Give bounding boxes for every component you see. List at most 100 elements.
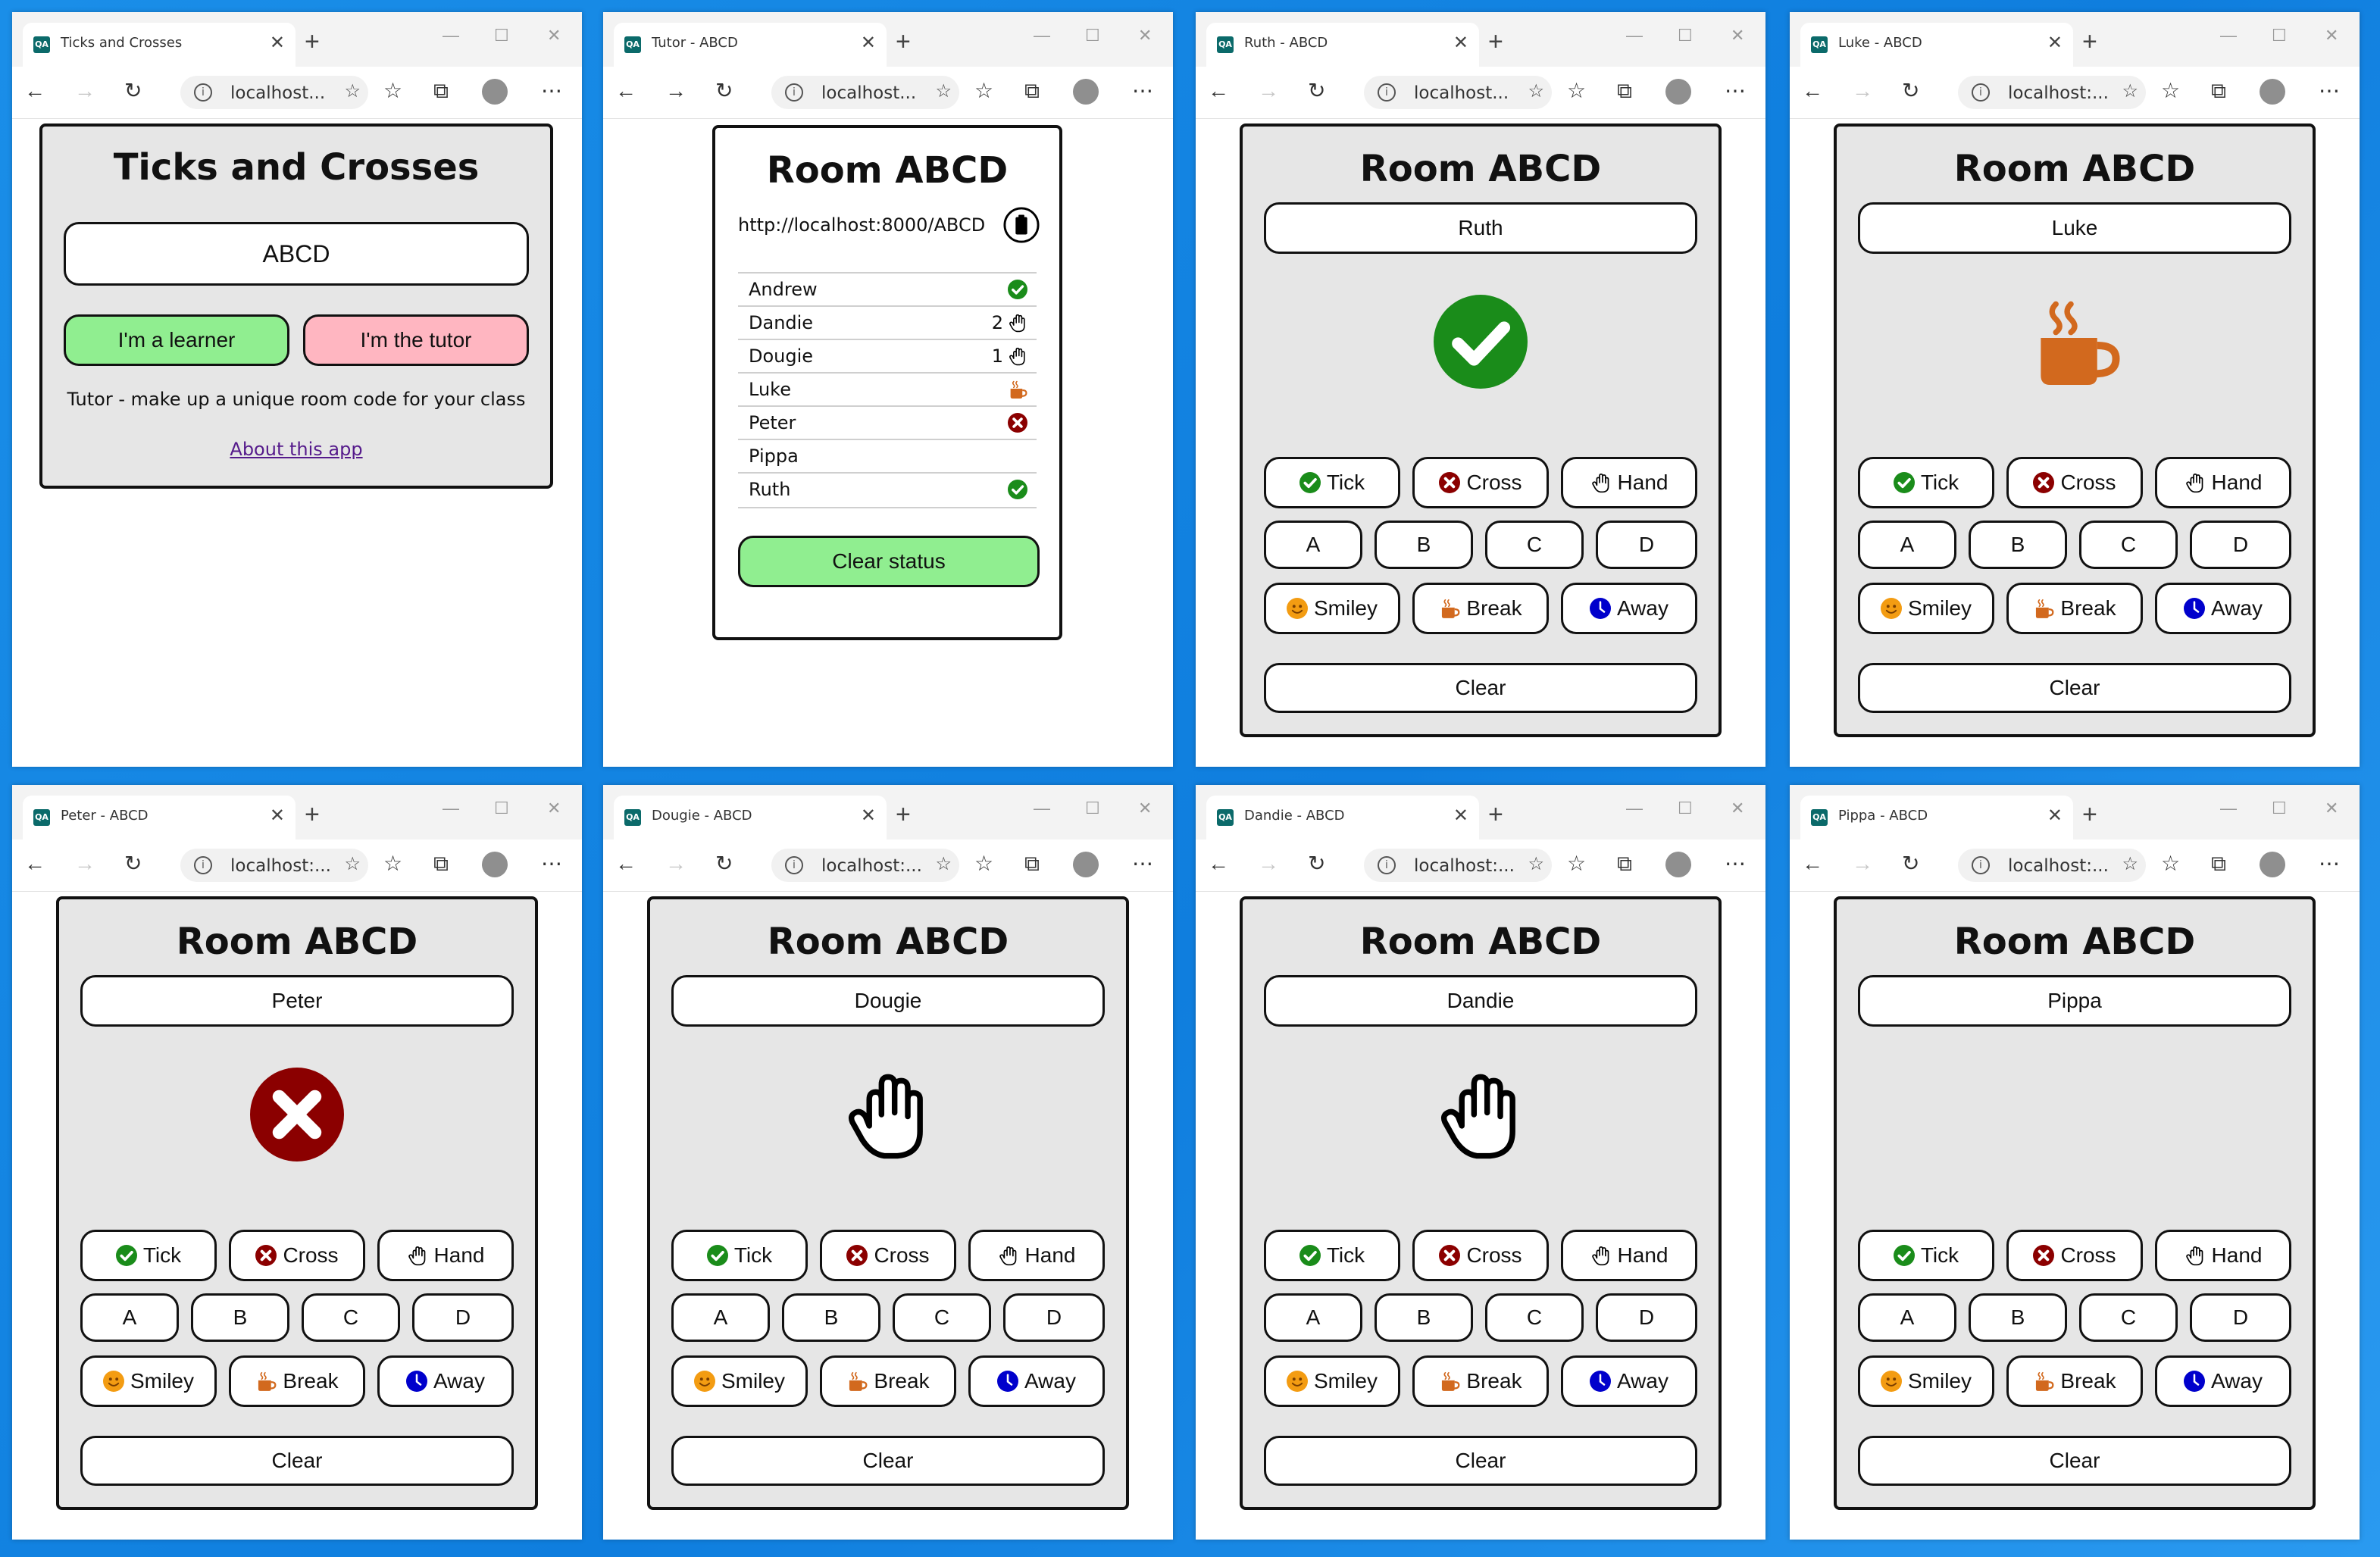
clipboard-icon[interactable] bbox=[1003, 207, 1040, 243]
browser-tab[interactable]: QA Ruth - ABCD ✕ bbox=[1206, 23, 1479, 67]
answer-b-button[interactable]: B bbox=[1969, 1293, 2067, 1342]
close-window-icon[interactable]: ✕ bbox=[547, 799, 561, 818]
hand-button[interactable]: Hand bbox=[1561, 457, 1697, 508]
close-tab-icon[interactable]: ✕ bbox=[1453, 805, 1468, 827]
smiley-button[interactable]: Smiley bbox=[80, 1355, 217, 1407]
close-window-icon[interactable]: ✕ bbox=[1138, 799, 1152, 818]
cross-button[interactable]: Cross bbox=[1412, 1230, 1549, 1281]
new-tab-icon[interactable]: + bbox=[2082, 802, 2097, 827]
cross-button[interactable]: Cross bbox=[1412, 457, 1549, 508]
maximize-icon[interactable]: ☐ bbox=[494, 799, 509, 818]
more-menu-icon[interactable]: ⋯ bbox=[1132, 850, 1153, 877]
browser-tab[interactable]: QA Dandie - ABCD ✕ bbox=[1206, 796, 1479, 839]
site-info-icon[interactable]: i bbox=[785, 83, 803, 102]
close-tab-icon[interactable]: ✕ bbox=[2047, 32, 2063, 54]
answer-a-button[interactable]: A bbox=[1264, 1293, 1362, 1342]
favorites-icon[interactable]: ☆ bbox=[1567, 77, 1586, 105]
answer-a-button[interactable]: A bbox=[1264, 521, 1362, 569]
site-info-icon[interactable]: i bbox=[1972, 856, 1990, 874]
minimize-icon[interactable]: — bbox=[1626, 26, 1643, 45]
more-menu-icon[interactable]: ⋯ bbox=[1132, 77, 1153, 105]
answer-b-button[interactable]: B bbox=[782, 1293, 880, 1342]
collections-icon[interactable]: ⧉ bbox=[2211, 77, 2226, 105]
back-icon[interactable]: ← bbox=[1802, 77, 1823, 105]
cross-button[interactable]: Cross bbox=[2006, 457, 2143, 508]
site-info-icon[interactable]: i bbox=[785, 856, 803, 874]
answer-d-button[interactable]: D bbox=[2190, 1293, 2291, 1342]
refresh-icon[interactable]: ↻ bbox=[715, 850, 733, 877]
minimize-icon[interactable]: — bbox=[1626, 799, 1643, 818]
browser-tab[interactable]: QA Ticks and Crosses ✕ bbox=[23, 23, 296, 67]
favorites-icon[interactable]: ☆ bbox=[383, 850, 402, 877]
new-tab-icon[interactable]: + bbox=[305, 29, 320, 55]
new-tab-icon[interactable]: + bbox=[896, 802, 911, 827]
profile-avatar[interactable] bbox=[1665, 79, 1691, 105]
break-button[interactable]: Break bbox=[2006, 583, 2143, 634]
away-button[interactable]: Away bbox=[968, 1355, 1105, 1407]
away-button[interactable]: Away bbox=[2155, 1355, 2291, 1407]
answer-a-button[interactable]: A bbox=[1858, 1293, 1956, 1342]
refresh-icon[interactable]: ↻ bbox=[1308, 850, 1325, 877]
address-bar[interactable]: i localhost... ☆ bbox=[771, 76, 959, 109]
clear-button[interactable]: Clear bbox=[1858, 1436, 2291, 1486]
learner-name-field[interactable]: Peter bbox=[80, 975, 514, 1027]
profile-avatar[interactable] bbox=[2260, 79, 2285, 105]
more-menu-icon[interactable]: ⋯ bbox=[541, 77, 562, 105]
cross-button[interactable]: Cross bbox=[820, 1230, 956, 1281]
add-favorite-icon[interactable]: ☆ bbox=[2122, 853, 2138, 875]
new-tab-icon[interactable]: + bbox=[896, 29, 911, 55]
away-button[interactable]: Away bbox=[1561, 583, 1697, 634]
maximize-icon[interactable]: ☐ bbox=[494, 26, 509, 45]
away-button[interactable]: Away bbox=[1561, 1355, 1697, 1407]
break-button[interactable]: Break bbox=[2006, 1355, 2143, 1407]
cross-button[interactable]: Cross bbox=[229, 1230, 365, 1281]
site-info-icon[interactable]: i bbox=[194, 83, 212, 102]
browser-tab[interactable]: QA Peter - ABCD ✕ bbox=[23, 796, 296, 839]
minimize-icon[interactable]: — bbox=[1034, 799, 1050, 818]
favorites-icon[interactable]: ☆ bbox=[974, 77, 993, 105]
favorites-icon[interactable]: ☆ bbox=[974, 850, 993, 877]
answer-d-button[interactable]: D bbox=[1003, 1293, 1105, 1342]
refresh-icon[interactable]: ↻ bbox=[1902, 77, 1919, 105]
learner-name-field[interactable]: Dandie bbox=[1264, 975, 1697, 1027]
break-button[interactable]: Break bbox=[229, 1355, 365, 1407]
answer-a-button[interactable]: A bbox=[80, 1293, 179, 1342]
forward-icon[interactable]: → bbox=[665, 77, 686, 105]
clear-button[interactable]: Clear bbox=[671, 1436, 1105, 1486]
add-favorite-icon[interactable]: ☆ bbox=[1528, 853, 1544, 875]
site-info-icon[interactable]: i bbox=[1972, 83, 1990, 102]
collections-icon[interactable]: ⧉ bbox=[1024, 850, 1040, 877]
more-menu-icon[interactable]: ⋯ bbox=[1725, 77, 1746, 105]
refresh-icon[interactable]: ↻ bbox=[1902, 850, 1919, 877]
profile-avatar[interactable] bbox=[1073, 79, 1099, 105]
learner-name-field[interactable]: Dougie bbox=[671, 975, 1105, 1027]
minimize-icon[interactable]: — bbox=[443, 26, 459, 45]
address-bar[interactable]: i localhost:... ☆ bbox=[1364, 849, 1552, 882]
clear-button[interactable]: Clear bbox=[1264, 663, 1697, 713]
profile-avatar[interactable] bbox=[482, 852, 508, 877]
forward-icon[interactable]: → bbox=[1852, 850, 1873, 877]
close-window-icon[interactable]: ✕ bbox=[1731, 26, 1744, 45]
forward-icon[interactable]: → bbox=[665, 850, 686, 877]
browser-tab[interactable]: QA Tutor - ABCD ✕ bbox=[614, 23, 887, 67]
browser-tab[interactable]: QA Dougie - ABCD ✕ bbox=[614, 796, 887, 839]
address-bar[interactable]: i localhost... ☆ bbox=[180, 76, 368, 109]
browser-tab[interactable]: QA Pippa - ABCD ✕ bbox=[1800, 796, 2073, 839]
about-link[interactable]: About this app bbox=[230, 439, 362, 460]
new-tab-icon[interactable]: + bbox=[1488, 802, 1503, 827]
collections-icon[interactable]: ⧉ bbox=[433, 850, 449, 877]
tick-button[interactable]: Tick bbox=[1858, 1230, 1994, 1281]
smiley-button[interactable]: Smiley bbox=[671, 1355, 808, 1407]
answer-d-button[interactable]: D bbox=[412, 1293, 514, 1342]
new-tab-icon[interactable]: + bbox=[2082, 29, 2097, 55]
forward-icon[interactable]: → bbox=[1852, 77, 1873, 105]
minimize-icon[interactable]: — bbox=[1034, 26, 1050, 45]
new-tab-icon[interactable]: + bbox=[305, 802, 320, 827]
away-button[interactable]: Away bbox=[377, 1355, 514, 1407]
favorites-icon[interactable]: ☆ bbox=[383, 77, 402, 105]
smiley-button[interactable]: Smiley bbox=[1264, 1355, 1400, 1407]
address-bar[interactable]: i localhost:... ☆ bbox=[771, 849, 959, 882]
back-icon[interactable]: ← bbox=[24, 77, 45, 105]
favorites-icon[interactable]: ☆ bbox=[2161, 77, 2180, 105]
more-menu-icon[interactable]: ⋯ bbox=[1725, 850, 1746, 877]
